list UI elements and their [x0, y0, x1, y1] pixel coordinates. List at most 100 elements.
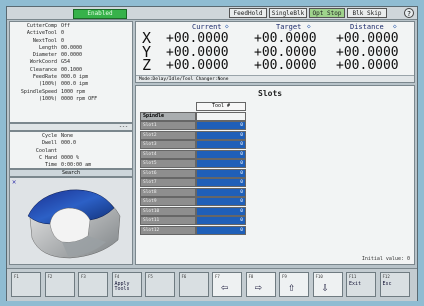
- initial-value-label: Initial value: 0: [361, 256, 410, 262]
- slot-tool-cell[interactable]: 0: [196, 206, 246, 216]
- blkskip-button[interactable]: Blk Skip: [347, 8, 387, 18]
- info-row: Diameter 00.0000: [13, 52, 129, 59]
- row-value: 000.0 ipm: [61, 81, 89, 88]
- slot-tool-cell[interactable]: 0: [196, 149, 246, 159]
- fkey-label: Esc: [382, 281, 392, 287]
- fkey-f3[interactable]: F3: [78, 272, 108, 297]
- fkey-f4[interactable]: F4 Apply Tools: [111, 272, 142, 297]
- row-value: 000.0 ipm: [61, 74, 89, 81]
- fkey-f6[interactable]: F6: [178, 272, 209, 297]
- row-label: Coolant: [35, 147, 57, 154]
- slot-name: Slot7: [140, 178, 196, 187]
- slot-tool-cell[interactable]: 0: [196, 187, 246, 197]
- slot-name: Slot2: [140, 130, 196, 140]
- fkey-row: F1 F2 F3 F4 Apply Tools F5 F6 F7 ⇦ F8 ⇨ F9 ⇧ F10 ⇩ F11 E…: [11, 269, 415, 301]
- info-row: Clearance 00.1000: [13, 67, 129, 74]
- slots-title: Slots: [258, 89, 283, 98]
- row-value: 0000 %: [61, 154, 80, 161]
- info-row: SpindleSpeed 1000 rpm: [13, 89, 129, 96]
- slot-tool-cell[interactable]: 0: [196, 197, 246, 206]
- dro-status-line: Mode:Delay/Idle/Tool Changer:None: [136, 75, 414, 82]
- singleblk-button[interactable]: SingleBlk: [269, 8, 307, 18]
- info-row: FeedRate 000.0 ipm: [13, 74, 129, 81]
- fkey-number: F9: [282, 274, 287, 279]
- slot-name: Slot11: [140, 216, 196, 225]
- row-label: (100%): [38, 95, 57, 102]
- feedhold-button[interactable]: FeedHold: [229, 8, 267, 18]
- row-value: 000.0: [61, 140, 77, 147]
- fkey-number: F2: [47, 274, 53, 279]
- info-row: (100%) 0000 rpm OFF: [13, 96, 129, 103]
- row-label: Clearance: [29, 66, 57, 73]
- fkey-label: Apply Tools: [114, 281, 130, 292]
- fkey-f11[interactable]: F11 Exit: [346, 272, 376, 297]
- fkey-label: ⇦: [221, 280, 229, 294]
- fkey-label: Exit: [349, 281, 362, 287]
- slot-tool-cell[interactable]: 0: [196, 130, 246, 140]
- fkey-number: F1: [14, 274, 19, 279]
- row-value: 0:00:00 am: [61, 162, 92, 169]
- fkey-f10[interactable]: F10 ⇩: [312, 272, 343, 297]
- slots-panel: Slots Tool # Spindle Slot1 0 Slot2 0 Slot3 0 Slo…: [135, 85, 415, 265]
- row-label: ActiveTool: [26, 30, 57, 37]
- fkey-f7[interactable]: F7 ⇦: [212, 272, 242, 297]
- enabled-status[interactable]: Enabled: [73, 9, 127, 19]
- spindle-row-label: Spindle: [140, 111, 196, 121]
- row-value: None: [61, 133, 74, 139]
- fkey-f5[interactable]: F5: [145, 272, 175, 297]
- axis-label: Z: [142, 56, 152, 74]
- slot-name: Slot12: [140, 225, 196, 235]
- row-label: CutterComp: [26, 23, 57, 29]
- info-row: Length 00.0000: [13, 45, 129, 52]
- slot-tool-cell[interactable]: 0: [196, 140, 246, 149]
- target-value: +00.0000: [254, 58, 317, 73]
- tool-column-header[interactable]: Tool #: [196, 102, 246, 111]
- info-row: NextTool 0: [13, 38, 129, 45]
- slot-tool-cell[interactable]: 0: [196, 225, 246, 235]
- slot-name: Slot8: [140, 187, 196, 197]
- slot-tool-cell[interactable]: 0: [196, 121, 246, 130]
- row-value: 00.1000: [61, 66, 83, 73]
- spindle-tool-cell[interactable]: [196, 111, 246, 121]
- fkey-number: F11: [349, 274, 357, 279]
- fkey-number: F12: [382, 274, 390, 279]
- fkey-number: F6: [181, 274, 187, 279]
- cycle-row: Coolant: [13, 148, 129, 155]
- cnc-screen: Enabled FeedHold SingleBlk Opt Stop Blk …: [6, 6, 418, 301]
- fkey-f9[interactable]: F9 ⇧: [279, 272, 309, 297]
- slot-name: Slot3: [140, 140, 196, 149]
- slot-name: Slot1: [140, 121, 196, 130]
- row-label: Time: [44, 162, 57, 169]
- row-value: G54: [61, 59, 71, 66]
- sort-icon: ◇: [307, 23, 311, 30]
- help-icon[interactable]: ?: [404, 8, 414, 18]
- optstop-button[interactable]: Opt Stop: [309, 8, 345, 18]
- fkey-bar: F1 F2 F3 F4 Apply Tools F5 F6 F7 ⇦ F8 ⇨ F9 ⇧ F10 ⇩ F11 E…: [7, 268, 417, 301]
- slot-tool-cell[interactable]: 0: [196, 216, 246, 225]
- fkey-f12[interactable]: F12 Esc: [379, 272, 410, 297]
- slot-tool-cell[interactable]: 0: [196, 159, 246, 168]
- info-row: CutterComp Off: [13, 23, 129, 30]
- info-row: (100%) 000.0 ipm: [13, 81, 129, 88]
- dro-rows: X +00.0000 +00.0000 +00.0000 Y +00.0000 +00.00…: [136, 30, 416, 76]
- search-header[interactable]: Search: [9, 169, 133, 177]
- fkey-f2[interactable]: F2: [44, 272, 75, 297]
- distance-value: +00.0000: [336, 58, 399, 73]
- fkey-number: F7: [215, 274, 220, 279]
- cycle-row: Dwell 000.0: [13, 140, 129, 147]
- slot-tool-cell[interactable]: 0: [196, 168, 246, 178]
- slot-name: Slot4: [140, 149, 196, 159]
- row-value: 0000 rpm OFF: [61, 95, 98, 102]
- row-label: FeedRate: [32, 74, 57, 81]
- sort-icon: ◇: [393, 23, 397, 30]
- slot-tool-cell[interactable]: 0: [196, 178, 246, 187]
- row-label: WorkCoord: [29, 59, 57, 66]
- toolpath-preview[interactable]: ✕: [9, 177, 133, 265]
- fkey-f8[interactable]: F8 ⇨: [245, 272, 276, 297]
- fkey-f1[interactable]: F1: [11, 272, 41, 297]
- fkey-number: F4: [114, 274, 120, 279]
- fkey-number: F10: [315, 274, 323, 279]
- row-label: (100%): [38, 81, 57, 88]
- row-label: SpindleSpeed: [20, 88, 57, 95]
- row-value: 00.0000: [61, 52, 83, 59]
